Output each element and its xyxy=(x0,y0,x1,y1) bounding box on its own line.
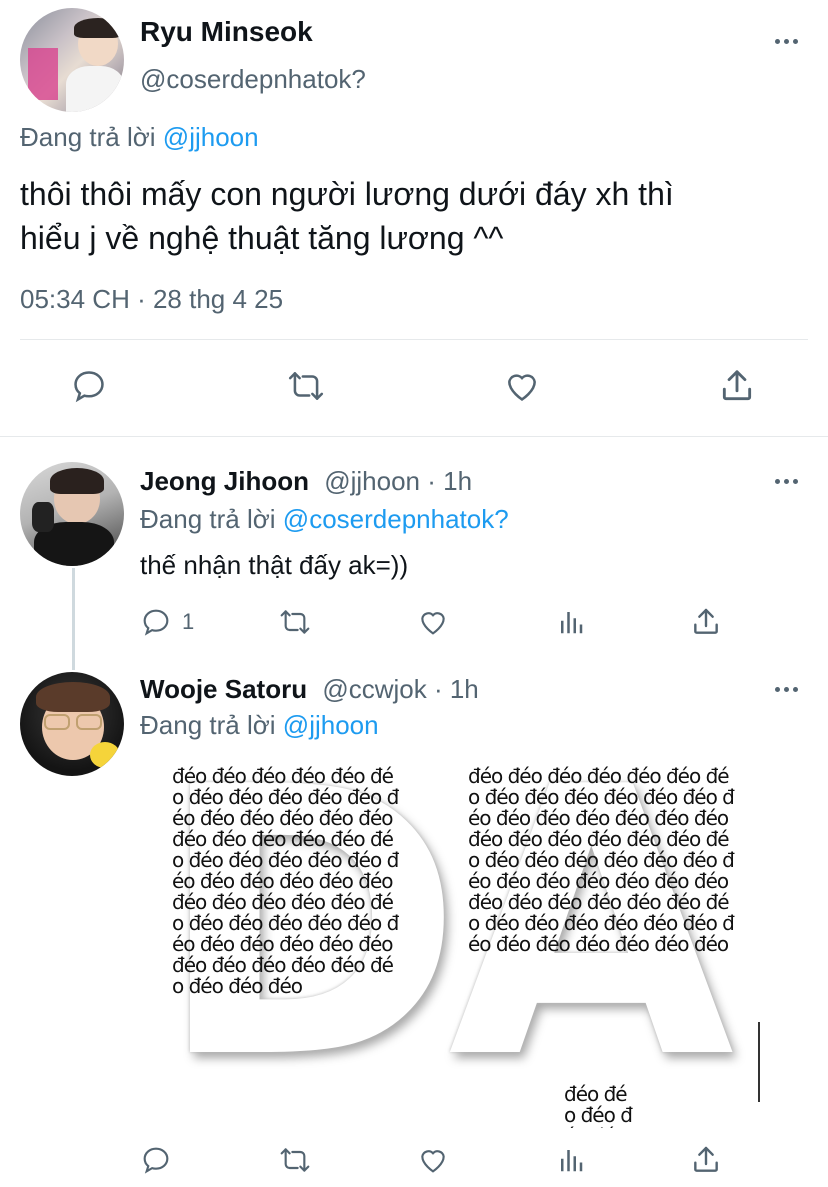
media-letter-a: A đéo đéo đéo đéo đéo đéo đéo đéo đéo đé… xyxy=(448,760,758,1110)
like-button[interactable] xyxy=(416,606,450,638)
heart-icon xyxy=(421,612,445,635)
reply-to-link[interactable]: @coserdepnhatok? xyxy=(283,504,509,534)
like-button[interactable] xyxy=(416,1144,450,1176)
avatar[interactable] xyxy=(20,8,124,112)
share-button[interactable] xyxy=(690,1144,722,1176)
media-letter-d: D đéo đéo đéo đéo đéo đéo đéo đéo đéo đé… xyxy=(156,760,463,1110)
retweet-button[interactable] xyxy=(276,606,314,638)
reply-icon xyxy=(143,609,169,636)
reply-button[interactable]: 1 xyxy=(140,606,194,638)
author-handle[interactable]: @ccwjok xyxy=(322,674,426,704)
tweet-text: thế nhận thật đấy ak=)) xyxy=(140,550,409,580)
author-name[interactable]: Jeong Jihoon xyxy=(140,466,309,496)
analytics-icon xyxy=(561,612,583,634)
word-pattern: đéo đéo đéo đéo đéo đéo đéo đéo đéo đéo … xyxy=(172,766,399,998)
analytics-button[interactable] xyxy=(556,1144,586,1176)
like-button[interactable] xyxy=(502,367,542,405)
thread-line xyxy=(72,568,75,670)
reply-prefix: Đang trả lời xyxy=(20,122,156,152)
reply-prefix: Đang trả lời xyxy=(140,504,276,534)
more-options-icon[interactable] xyxy=(775,39,798,44)
reply-to-link[interactable]: @jjhoon xyxy=(283,710,379,740)
avatar[interactable] xyxy=(20,462,124,566)
reply-header: Jeong Jihoon @jjhoon · 1h xyxy=(140,466,472,497)
share-icon xyxy=(694,608,718,634)
more-options-icon[interactable] xyxy=(775,687,798,692)
reply-context: Đang trả lời @jjhoon xyxy=(140,710,379,741)
divider xyxy=(758,1022,760,1102)
share-button[interactable] xyxy=(718,367,756,405)
divider xyxy=(0,436,828,437)
heart-icon xyxy=(508,374,536,401)
avatar[interactable] xyxy=(20,672,124,776)
tweet-media-image[interactable]: D đéo đéo đéo đéo đéo đéo đéo đéo đéo đé… xyxy=(146,760,760,1130)
author-handle[interactable]: @jjhoon xyxy=(324,466,420,496)
reply-time[interactable]: · 1h xyxy=(434,674,479,704)
reply-button[interactable] xyxy=(70,367,108,405)
tweet-timestamp[interactable]: 05:34 CH · 28 thg 4 25 xyxy=(20,284,283,315)
reply-icon xyxy=(74,371,104,403)
word-pattern: đéo đéo đéo đéo đéo đéo đéo đéo đéo đéo … xyxy=(564,1084,633,1128)
reply-time[interactable]: · 1h xyxy=(427,466,472,496)
reply-header: Wooje Satoru @ccwjok · 1h xyxy=(140,674,479,705)
reply-count: 1 xyxy=(182,609,195,634)
author-handle[interactable]: @coserdepnhatok? xyxy=(140,64,366,95)
reply-button[interactable] xyxy=(140,1144,172,1176)
analytics-button[interactable] xyxy=(556,606,586,638)
reply-prefix: Đang trả lời xyxy=(140,710,276,740)
retweet-icon xyxy=(280,1148,310,1172)
reply-context: Đang trả lời @coserdepnhatok? xyxy=(140,504,509,535)
more-options-icon[interactable] xyxy=(775,479,798,484)
tweet-text-line: hiểu j về nghệ thuật tăng lương ^^ xyxy=(20,220,504,256)
reply-icon xyxy=(143,1147,169,1174)
share-button[interactable] xyxy=(690,606,722,638)
analytics-icon xyxy=(561,1150,583,1172)
word-pattern: đéo đéo đéo đéo đéo đéo đéo đéo đéo đéo … xyxy=(468,766,735,956)
tweet-text: thôi thôi mấy con người lương dưới đáy x… xyxy=(20,172,674,260)
retweet-button[interactable] xyxy=(284,367,328,405)
share-icon xyxy=(722,370,752,401)
retweet-button[interactable] xyxy=(276,1144,314,1176)
heart-icon xyxy=(421,1150,445,1173)
author-name[interactable]: Wooje Satoru xyxy=(140,674,307,704)
author-name[interactable]: Ryu Minseok xyxy=(140,16,313,48)
tweet-text-line: thôi thôi mấy con người lương dưới đáy x… xyxy=(20,176,674,212)
divider xyxy=(20,339,808,340)
reply-to-link[interactable]: @jjhoon xyxy=(163,122,259,152)
retweet-icon xyxy=(280,610,310,634)
retweet-icon xyxy=(288,372,324,400)
share-icon xyxy=(694,1146,718,1172)
reply-context: Đang trả lời @jjhoon xyxy=(20,122,259,153)
